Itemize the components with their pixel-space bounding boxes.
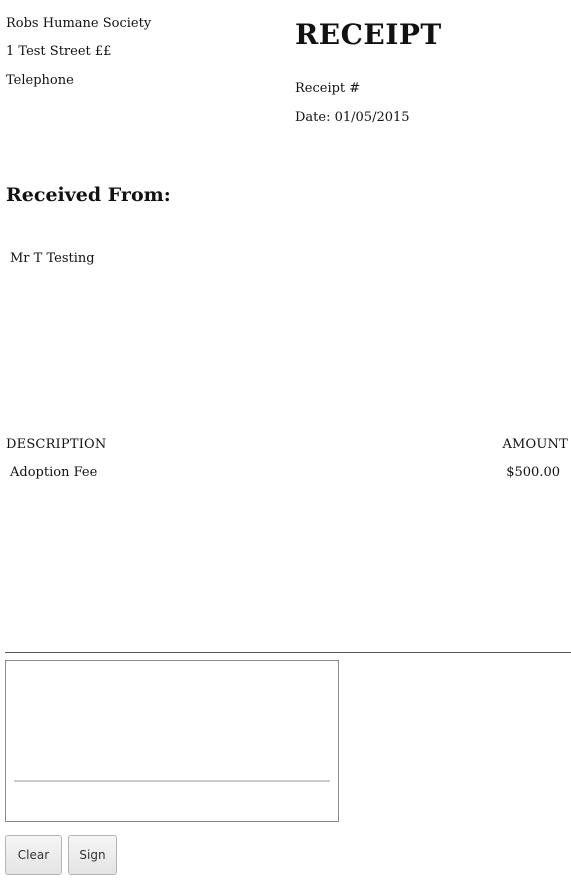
receipt-date: Date: 01/05/2015 <box>295 110 410 125</box>
signature-baseline <box>14 780 330 782</box>
payer-name: Mr T Testing <box>10 251 95 266</box>
clear-button[interactable]: Clear <box>5 835 62 875</box>
organization-address: 1 Test Street ££ <box>6 44 112 59</box>
item-description: Adoption Fee <box>10 465 98 480</box>
received-from-heading: Received From: <box>6 184 171 206</box>
receipt-number: Receipt # <box>295 81 361 96</box>
sign-button[interactable]: Sign <box>68 835 117 875</box>
amount-column-header: AMOUNT <box>502 437 568 452</box>
section-divider <box>5 652 571 653</box>
organization-telephone: Telephone <box>6 73 74 88</box>
description-column-header: DESCRIPTION <box>6 437 107 452</box>
signature-pad[interactable] <box>5 660 339 822</box>
receipt-title: RECEIPT <box>295 18 442 51</box>
item-amount: $500.00 <box>506 465 560 480</box>
organization-name: Robs Humane Society <box>6 16 152 31</box>
